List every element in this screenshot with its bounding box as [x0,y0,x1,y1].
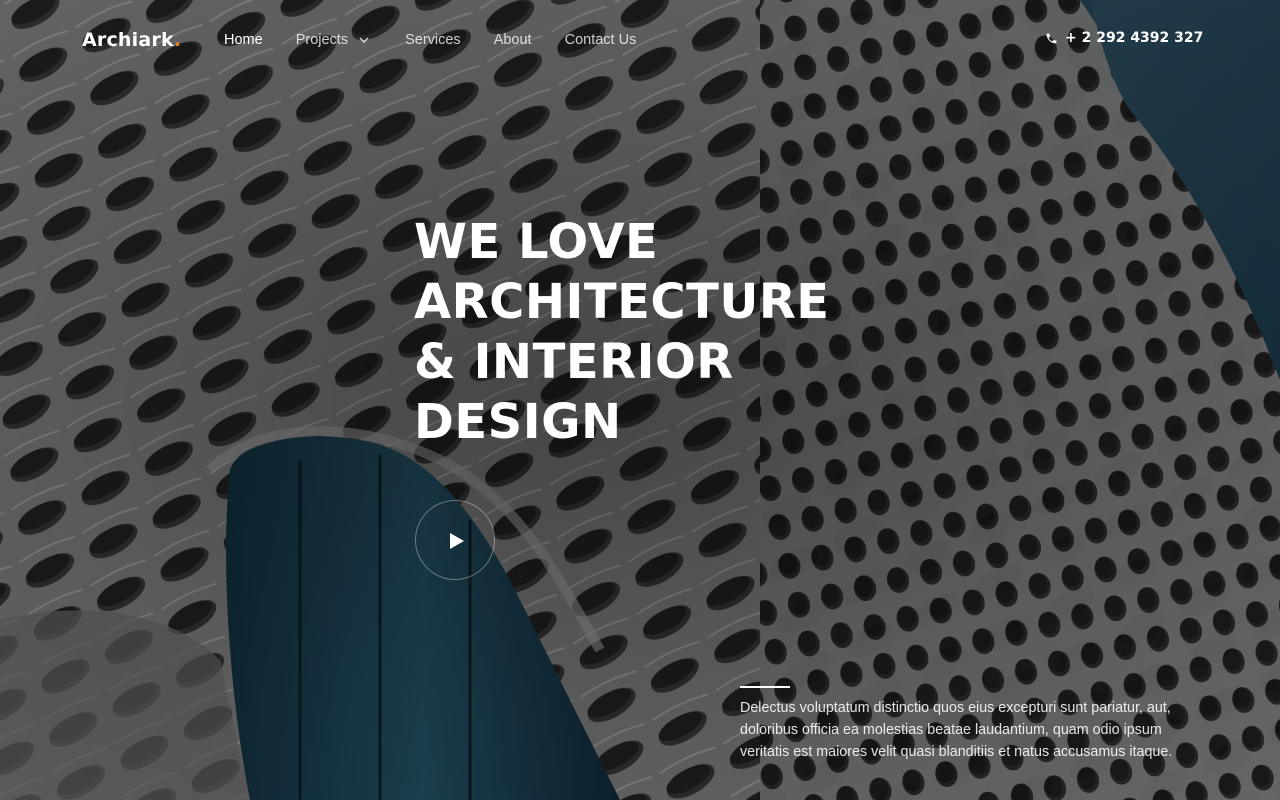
phone-number: + 2 292 4392 327 [1065,30,1204,46]
phone-icon [1046,33,1057,43]
nav-item-label: Contact Us [564,32,637,48]
site-logo[interactable]: Archiark. [82,29,181,51]
nav-item-services[interactable]: Services [405,32,461,48]
headline-line: ARCHITECTURE [414,274,830,330]
site-header: Archiark. Home Projects Services About C… [0,0,1280,80]
divider [740,686,790,688]
play-icon [450,533,464,549]
logo-text: Archiark [82,29,174,51]
phone-link[interactable]: + 2 292 4392 327 [1045,30,1203,46]
nav-item-contact[interactable]: Contact Us [565,32,637,48]
headline-line: & INTERIOR [414,334,734,390]
headline-line: DESIGN [414,394,622,450]
nav-item-label: Projects [295,32,349,48]
nav-item-about[interactable]: About [494,32,532,48]
hero-section: Archiark. Home Projects Services About C… [0,0,1280,800]
nav-item-label: About [493,32,532,48]
nav-item-projects[interactable]: Projects [296,32,372,48]
nav-item-label: Services [405,32,461,48]
nav-item-label: Home [224,32,263,48]
nav-item-home[interactable]: Home [224,32,263,48]
main-nav: Home Projects Services About Contact Us [224,32,669,48]
chevron-down-icon [359,37,369,44]
hero-headline: WE LOVE ARCHITECTURE & INTERIOR DESIGN [414,212,874,452]
play-video-button[interactable] [415,500,495,580]
hero-description: Delectus voluptatum distinctio quos eius… [740,700,1173,760]
headline-line: WE LOVE [414,214,659,270]
logo-dot: . [173,29,182,51]
